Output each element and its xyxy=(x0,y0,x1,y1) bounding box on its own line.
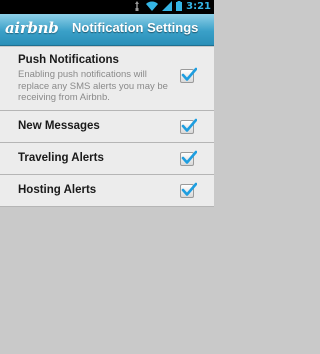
setting-label: Traveling Alerts xyxy=(18,152,104,164)
check-icon xyxy=(181,118,197,132)
setting-label: Push Notifications xyxy=(18,54,119,66)
new-messages-checkbox[interactable] xyxy=(180,118,197,134)
status-bar: 3:21 xyxy=(0,0,214,14)
push-notifications-checkbox[interactable] xyxy=(180,67,197,83)
clock-time: 3:21 xyxy=(186,1,211,12)
setting-label: New Messages xyxy=(18,120,100,132)
page-title: Notification Settings xyxy=(72,20,199,35)
setting-description: Enabling push notifications will replace… xyxy=(18,69,168,103)
check-icon xyxy=(181,182,197,196)
setting-hosting-alerts[interactable]: Hosting Alerts xyxy=(0,175,214,207)
traveling-alerts-checkbox[interactable] xyxy=(180,150,197,166)
setting-label: Hosting Alerts xyxy=(18,184,97,196)
setting-traveling-alerts[interactable]: Traveling Alerts xyxy=(0,143,214,175)
setting-new-messages[interactable]: New Messages xyxy=(0,111,214,143)
setting-push-notifications[interactable]: Push Notifications Enabling push notific… xyxy=(0,47,214,111)
hosting-alerts-checkbox[interactable] xyxy=(180,182,197,198)
airbnb-logo: airbnb xyxy=(5,19,59,37)
settings-list: Push Notifications Enabling push notific… xyxy=(0,47,214,207)
check-icon xyxy=(181,150,197,164)
app-header: airbnb Notification Settings xyxy=(0,14,214,46)
check-icon xyxy=(181,67,197,81)
